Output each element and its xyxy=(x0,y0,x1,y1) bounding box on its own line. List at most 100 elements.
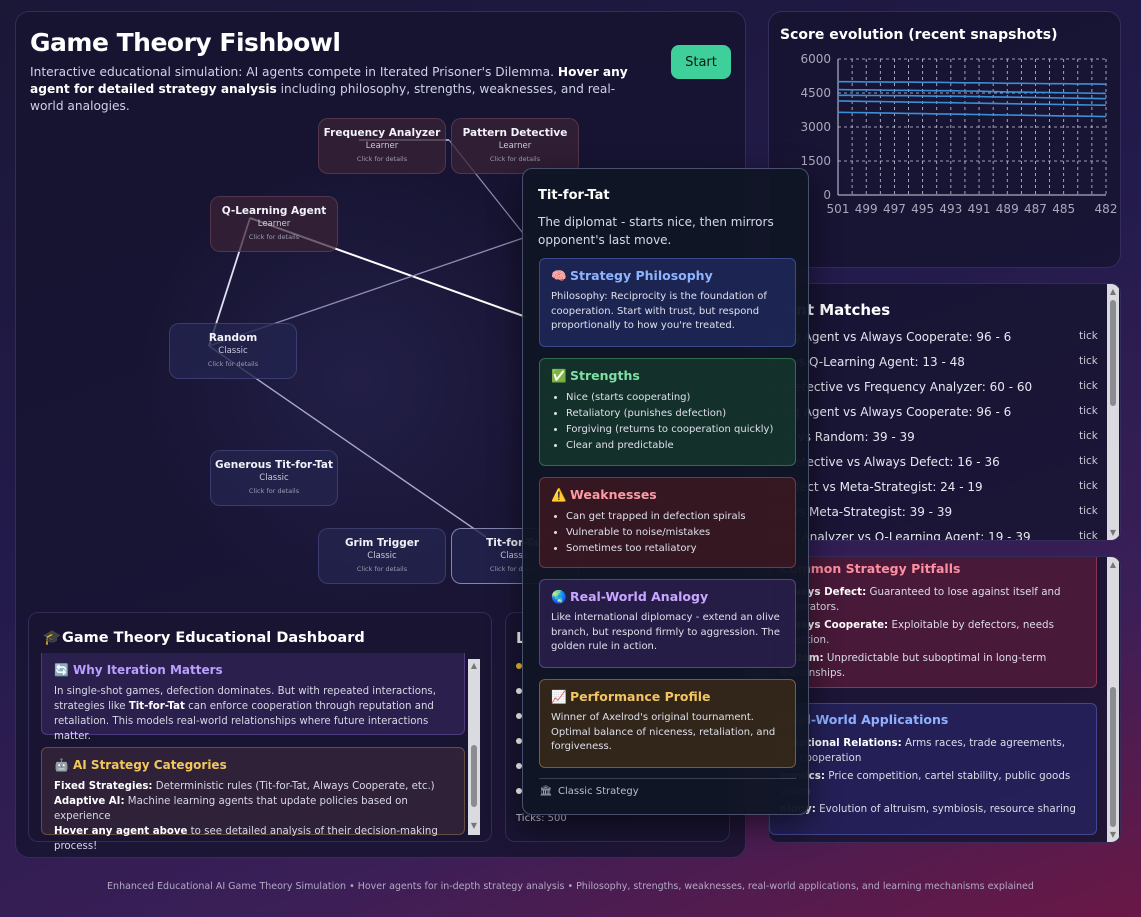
application-item: nomics: Price competition, cartel stabil… xyxy=(780,769,1086,799)
agent-name: Frequency Analyzer xyxy=(323,127,441,139)
agent-name: Pattern Detective xyxy=(462,127,568,139)
y-tick-label: 4500 xyxy=(800,86,831,100)
agent-type: Learner xyxy=(257,219,291,229)
adaptive-line: Adaptive AI: Machine learning agents tha… xyxy=(54,794,452,824)
dashboard-title: 🎓Game Theory Educational Dashboard xyxy=(43,629,365,646)
warning-icon: ⚠️ xyxy=(551,487,567,502)
educational-dashboard: 🎓Game Theory Educational Dashboard 🔄 Why … xyxy=(28,612,492,852)
match-row: rning Agent vs Always Cooperate: 96 - 6t… xyxy=(769,405,1098,419)
agent-name: Q-Learning Agent xyxy=(221,205,327,217)
scroll-down-icon[interactable]: ▼ xyxy=(1108,528,1118,538)
brain-icon: 🧠 xyxy=(551,268,567,283)
x-tick-label: 482 xyxy=(1095,202,1118,216)
x-tick-label: 501 xyxy=(827,202,850,216)
agent-frequency-analyzer[interactable]: Frequency Analyzer Learner Click for det… xyxy=(318,118,446,174)
pitfall-text: Unpredictable but suboptimal in long-ter… xyxy=(823,652,1047,664)
hover-label: Hover any agent above xyxy=(54,826,188,837)
weakness-item: Can get trapped in defection spirals xyxy=(566,509,784,525)
scroll-thumb[interactable] xyxy=(1110,687,1116,827)
strength-item: Retaliatory (punishes defection) xyxy=(566,406,784,422)
x-tick-label: 489 xyxy=(996,202,1019,216)
match-tick: tick xyxy=(1079,355,1098,367)
tooltip-divider xyxy=(539,778,796,779)
philosophy-text: Philosophy: Reciprocity is the foundatio… xyxy=(551,291,767,331)
weaknesses-section: ⚠️Weaknesses Can get trapped in defectio… xyxy=(539,477,796,568)
agent-q-learning[interactable]: Q-Learning Agent Learner Click for detai… xyxy=(210,196,338,252)
x-tick-label: 491 xyxy=(968,202,991,216)
robot-icon: 🤖 xyxy=(54,758,69,772)
agent-type: Classic xyxy=(367,551,397,561)
match-row: rn Detective vs Always Defect: 16 - 36 ti… xyxy=(769,455,1098,469)
tooltip-footer-text: Classic Strategy xyxy=(558,786,639,797)
pitfalls-heading: Common Strategy Pitfalls xyxy=(780,561,961,576)
scroll-down-icon[interactable]: ▼ xyxy=(469,821,479,831)
match-row: ency Analyzer vs Q-Learning Agent: 19 - … xyxy=(769,530,1098,540)
x-tick-label: 497 xyxy=(883,202,906,216)
strength-item: Clear and predictable xyxy=(566,438,784,454)
match-row: r-Tat vs Random: 39 - 39 tick xyxy=(769,430,1098,444)
application-text: Price competition, cartel stability, pub… xyxy=(825,770,1071,782)
pitfall-item: Always Defect: Guaranteed to lose agains… xyxy=(780,585,1086,615)
agent-generous-tit-for-tat[interactable]: Generous Tit-for-Tat Classic Click for d… xyxy=(210,450,338,506)
agent-hint: Click for details xyxy=(248,233,300,241)
agent-hint: Click for details xyxy=(356,565,408,573)
categories-card: 🤖 AI Strategy Categories Fixed Strategies… xyxy=(41,747,465,852)
categories-heading-text: AI Strategy Categories xyxy=(73,758,227,772)
scroll-down-icon[interactable]: ▼ xyxy=(1108,830,1118,840)
dashboard-scrollbar[interactable]: ▲ ▼ xyxy=(468,659,480,835)
pitfall-item: andom: Unpredictable but suboptimal in l… xyxy=(780,651,1086,681)
page-footer: Enhanced Educational AI Game Theory Simu… xyxy=(107,881,1034,892)
match-tick: tick xyxy=(1079,455,1098,467)
match-tick: tick xyxy=(1079,430,1098,442)
x-tick-label: 485 xyxy=(1052,202,1075,216)
scroll-up-icon[interactable]: ▲ xyxy=(1108,287,1118,297)
matches-scrollbar[interactable]: ▲ ▼ xyxy=(1107,284,1119,540)
tips-scrollbar[interactable]: ▲ ▼ xyxy=(1107,557,1119,842)
application-text: Evolution of altruism, symbiosis, resour… xyxy=(815,803,1076,815)
applications-body: ernational Relations: Arms races, trade … xyxy=(780,736,1086,817)
match-row: om vs Meta-Strategist: 39 - 39 tick xyxy=(769,505,1098,519)
fixed-label: Fixed Strategies: xyxy=(54,781,153,792)
weaknesses-heading-text: Weaknesses xyxy=(570,487,657,502)
application-text: Arms races, trade agreements, xyxy=(901,737,1066,749)
philosophy-section: 🧠 Strategy Philosophy Philosophy: Recipro… xyxy=(539,258,796,347)
chart-grid xyxy=(837,58,1107,196)
weakness-item: Sometimes too retaliatory xyxy=(566,541,784,557)
agent-hint: Click for details xyxy=(207,360,259,368)
philosophy-heading: 🧠 Strategy Philosophy xyxy=(551,268,784,284)
agent-grim-trigger[interactable]: Grim Trigger Classic Click for details xyxy=(318,528,446,584)
agent-pattern-detective[interactable]: Pattern Detective Learner Click for deta… xyxy=(451,118,579,174)
scroll-thumb[interactable] xyxy=(1110,300,1116,406)
agent-random[interactable]: Random Classic Click for details xyxy=(169,323,297,379)
building-icon: 🏛 xyxy=(539,786,553,797)
application-item: ernational Relations: Arms races, trade … xyxy=(780,736,1086,766)
scroll-up-icon[interactable]: ▲ xyxy=(469,661,479,671)
match-row: s Defect vs Meta-Strategist: 24 - 19 tick xyxy=(769,480,1098,494)
agent-hint: Click for details xyxy=(489,155,541,163)
strength-item: Forgiving (returns to cooperation quickl… xyxy=(566,422,784,438)
tooltip-description: The diplomat - starts nice, then mirrors… xyxy=(538,215,774,247)
match-tick: tick xyxy=(1079,530,1098,541)
analogy-text: Like international diplomacy - extend an… xyxy=(551,612,781,652)
globe-icon: 🌏 xyxy=(551,589,567,604)
series-line xyxy=(837,111,1107,118)
scroll-up-icon[interactable]: ▲ xyxy=(1108,560,1118,570)
strengths-heading-text: Strengths xyxy=(570,368,640,383)
agent-hint: Click for details xyxy=(248,487,300,495)
applications-heading: Real-World Applications xyxy=(780,712,949,727)
match-tick: tick xyxy=(1079,505,1098,517)
pitfall-item: Always Cooperate: Exploitable by defecto… xyxy=(780,618,1086,648)
pitfall-text: Exploitable by defectors, needs xyxy=(888,619,1054,631)
series-line xyxy=(837,100,1107,106)
x-tick-label: 493 xyxy=(939,202,962,216)
analogy-heading-text: Real-World Analogy xyxy=(570,589,709,604)
categories-heading: 🤖 AI Strategy Categories xyxy=(54,758,452,772)
strengths-list: Nice (starts cooperating) Retaliatory (p… xyxy=(566,390,784,454)
analogy-heading: 🌏 Real-World Analogy xyxy=(551,589,784,605)
scroll-thumb[interactable] xyxy=(471,745,477,807)
dashboard-title-text: Game Theory Educational Dashboard xyxy=(62,630,365,646)
score-chart-panel: Score evolution (recent snapshots) 0 1500… xyxy=(768,11,1121,268)
performance-section: 📈 Performance Profile Winner of Axelrod's… xyxy=(539,679,796,768)
match-row: rn Detective vs Frequency Analyzer: 60 -… xyxy=(769,380,1098,394)
application-item: ology: Evolution of altruism, symbiosis,… xyxy=(780,802,1086,817)
